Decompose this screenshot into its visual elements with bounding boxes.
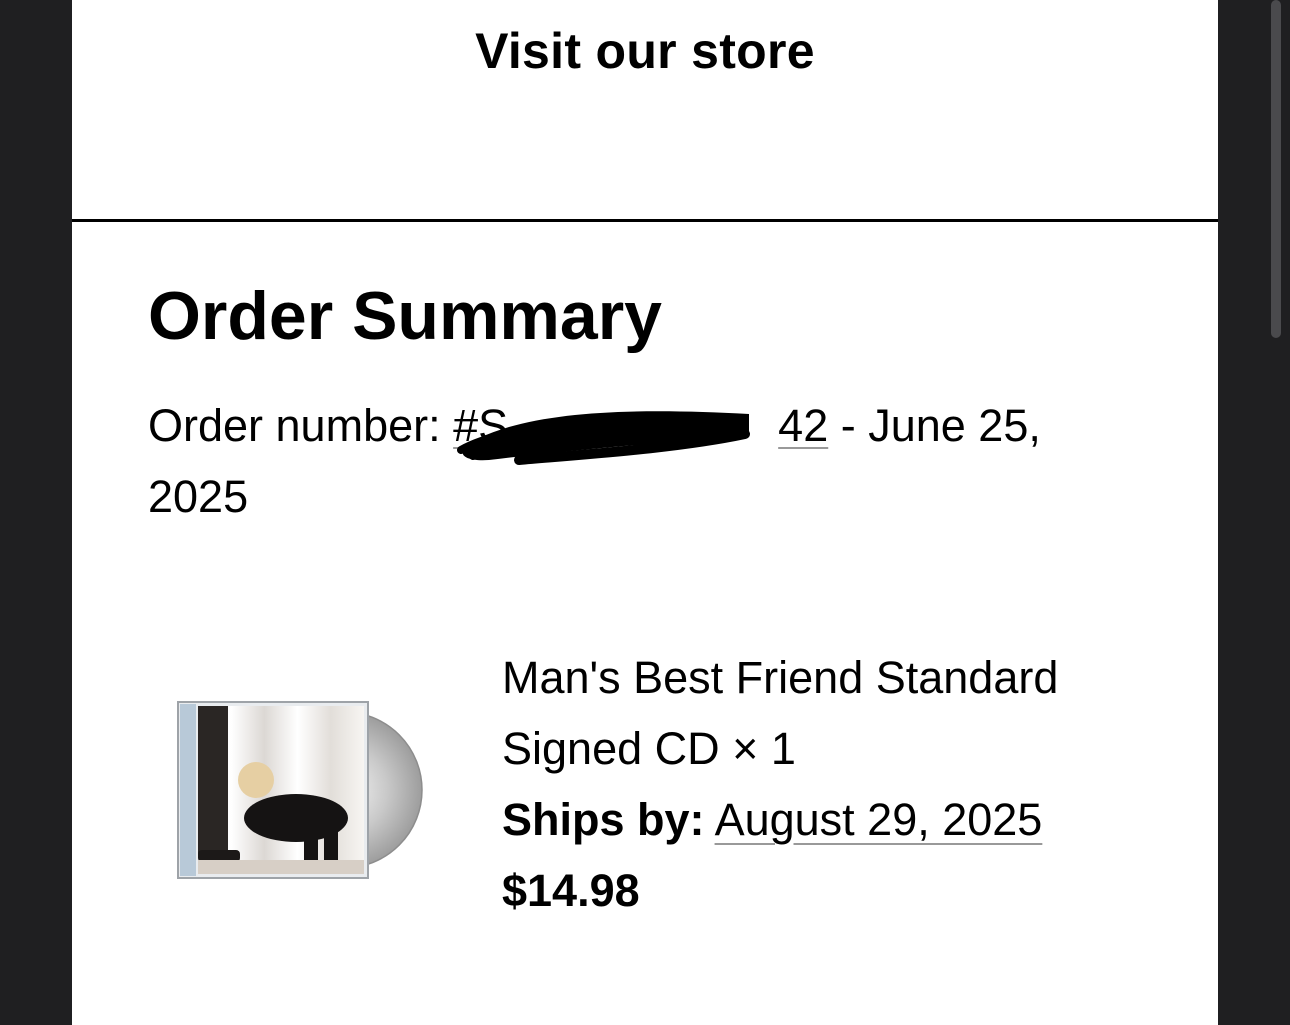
cover-figure-legs-2 [304, 830, 318, 864]
ships-by-date[interactable]: August 29, 2025 [715, 794, 1043, 845]
cd-product-image[interactable] [176, 700, 426, 880]
cover-figure-legs-3 [324, 828, 338, 864]
order-details: Order number: #S 42 - June 25, 2025 [148, 390, 1108, 532]
cover-figure-head [238, 762, 274, 798]
email-page: Visit our store Order Summary Order numb… [72, 0, 1218, 1025]
order-number-suffix: 42 [778, 400, 829, 451]
cover-figure-legs [198, 706, 228, 856]
item-price: $14.98 [502, 865, 640, 916]
ships-by-row: Ships by: August 29, 2025 [502, 784, 1182, 855]
order-number-label: Order number: [148, 400, 454, 451]
cover-floor [198, 860, 364, 874]
item-name: Man's Best Friend Standard Signed CD × 1 [502, 652, 1059, 774]
order-number-link[interactable]: #S 42 [453, 400, 829, 465]
order-summary-title: Order Summary [148, 278, 662, 354]
cd-spine [180, 704, 196, 876]
ships-by-label: Ships by: [502, 794, 705, 845]
visit-store-link[interactable]: Visit our store [72, 22, 1218, 80]
scrollbar-thumb[interactable] [1271, 0, 1281, 338]
section-divider [72, 219, 1218, 222]
order-number-prefix: #S [453, 400, 509, 451]
order-item: Man's Best Friend Standard Signed CD × 1… [502, 642, 1182, 926]
